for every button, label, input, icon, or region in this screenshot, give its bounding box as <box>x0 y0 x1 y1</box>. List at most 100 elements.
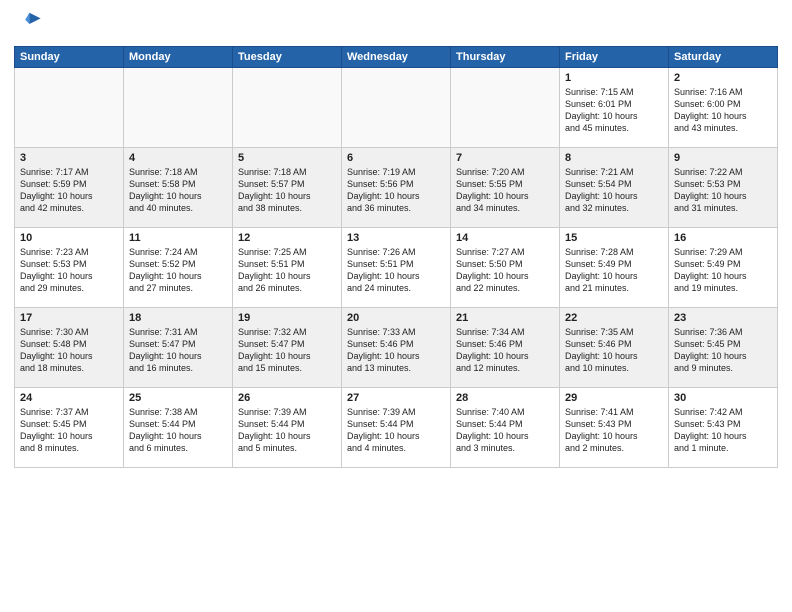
calendar-cell: 15 Sunrise: 7:28 AM Sunset: 5:49 PM Dayli… <box>560 228 669 308</box>
day-info: Sunrise: 7:33 AM Sunset: 5:46 PM Dayligh… <box>347 326 445 375</box>
calendar-cell: 12 Sunrise: 7:25 AM Sunset: 5:51 PM Dayli… <box>233 228 342 308</box>
logo-icon <box>14 10 42 38</box>
day-info: Sunrise: 7:27 AM Sunset: 5:50 PM Dayligh… <box>456 246 554 295</box>
calendar-cell: 23Sunrise: 7:36 AM Sunset: 5:45 PM Dayli… <box>669 308 778 388</box>
day-info: Sunrise: 7:20 AM Sunset: 5:55 PM Dayligh… <box>456 166 554 215</box>
day-info: Sunrise: 7:23 AM Sunset: 5:53 PM Dayligh… <box>20 246 118 295</box>
day-info: Sunrise: 7:25 AM Sunset: 5:51 PM Dayligh… <box>238 246 336 295</box>
day-number: 13 <box>347 232 445 244</box>
calendar-cell: 18 Sunrise: 7:31 AM Sunset: 5:47 PM Dayli… <box>124 308 233 388</box>
header <box>14 10 778 38</box>
day-number: 29 <box>565 392 663 404</box>
day-number: 18 <box>129 312 227 324</box>
day-info: Sunrise: 7:17 AM Sunset: 5:59 PM Dayligh… <box>20 166 118 215</box>
day-info: Sunrise: 7:19 AM Sunset: 5:56 PM Dayligh… <box>347 166 445 215</box>
calendar-cell <box>15 68 124 148</box>
calendar-cell: 2 Sunrise: 7:16 AM Sunset: 6:00 PM Daylig… <box>669 68 778 148</box>
weekday-header-monday: Monday <box>124 47 233 68</box>
day-info: Sunrise: 7:18 AM Sunset: 5:57 PM Dayligh… <box>238 166 336 215</box>
day-info: Sunrise: 7:32 AM Sunset: 5:47 PM Dayligh… <box>238 326 336 375</box>
day-number: 6 <box>347 152 445 164</box>
calendar-cell: 27 Sunrise: 7:39 AM Sunset: 5:44 PM Dayli… <box>342 388 451 468</box>
day-number: 15 <box>565 232 663 244</box>
day-number: 12 <box>238 232 336 244</box>
calendar-cell: 30 Sunrise: 7:42 AM Sunset: 5:43 PM Dayli… <box>669 388 778 468</box>
day-number: 20 <box>347 312 445 324</box>
day-number: 10 <box>20 232 118 244</box>
week-row-1: 1 Sunrise: 7:15 AM Sunset: 6:01 PM Daylig… <box>15 68 778 148</box>
calendar-cell: 1 Sunrise: 7:15 AM Sunset: 6:01 PM Daylig… <box>560 68 669 148</box>
day-number: 24 <box>20 392 118 404</box>
day-number: 7 <box>456 152 554 164</box>
calendar: SundayMondayTuesdayWednesdayThursdayFrid… <box>14 46 778 468</box>
calendar-cell: 20 Sunrise: 7:33 AM Sunset: 5:46 PM Dayli… <box>342 308 451 388</box>
day-info: Sunrise: 7:28 AM Sunset: 5:49 PM Dayligh… <box>565 246 663 295</box>
day-info: Sunrise: 7:39 AM Sunset: 5:44 PM Dayligh… <box>238 406 336 455</box>
calendar-cell: 9 Sunrise: 7:22 AM Sunset: 5:53 PM Daylig… <box>669 148 778 228</box>
calendar-cell <box>342 68 451 148</box>
week-row-2: 3 Sunrise: 7:17 AM Sunset: 5:59 PM Daylig… <box>15 148 778 228</box>
day-number: 17 <box>20 312 118 324</box>
day-info: Sunrise: 7:38 AM Sunset: 5:44 PM Dayligh… <box>129 406 227 455</box>
day-info: Sunrise: 7:26 AM Sunset: 5:51 PM Dayligh… <box>347 246 445 295</box>
calendar-cell: 10 Sunrise: 7:23 AM Sunset: 5:53 PM Dayli… <box>15 228 124 308</box>
calendar-cell: 4Sunrise: 7:18 AM Sunset: 5:58 PM Daylig… <box>124 148 233 228</box>
day-info: Sunrise: 7:15 AM Sunset: 6:01 PM Dayligh… <box>565 86 663 135</box>
calendar-cell: 3 Sunrise: 7:17 AM Sunset: 5:59 PM Daylig… <box>15 148 124 228</box>
weekday-header-sunday: Sunday <box>15 47 124 68</box>
week-row-3: 10 Sunrise: 7:23 AM Sunset: 5:53 PM Dayli… <box>15 228 778 308</box>
day-number: 3 <box>20 152 118 164</box>
calendar-cell: 16 Sunrise: 7:29 AM Sunset: 5:49 PM Dayli… <box>669 228 778 308</box>
day-number: 8 <box>565 152 663 164</box>
day-info: Sunrise: 7:30 AM Sunset: 5:48 PM Dayligh… <box>20 326 118 375</box>
day-info: Sunrise: 7:40 AM Sunset: 5:44 PM Dayligh… <box>456 406 554 455</box>
day-number: 5 <box>238 152 336 164</box>
day-info: Sunrise: 7:42 AM Sunset: 5:43 PM Dayligh… <box>674 406 772 455</box>
day-number: 26 <box>238 392 336 404</box>
day-number: 1 <box>565 72 663 84</box>
day-number: 14 <box>456 232 554 244</box>
day-info: Sunrise: 7:31 AM Sunset: 5:47 PM Dayligh… <box>129 326 227 375</box>
day-info: Sunrise: 7:21 AM Sunset: 5:54 PM Dayligh… <box>565 166 663 215</box>
day-info: Sunrise: 7:35 AM Sunset: 5:46 PM Dayligh… <box>565 326 663 375</box>
calendar-cell <box>124 68 233 148</box>
calendar-cell: 13 Sunrise: 7:26 AM Sunset: 5:51 PM Dayli… <box>342 228 451 308</box>
calendar-cell: 7 Sunrise: 7:20 AM Sunset: 5:55 PM Daylig… <box>451 148 560 228</box>
day-info: Sunrise: 7:39 AM Sunset: 5:44 PM Dayligh… <box>347 406 445 455</box>
day-number: 21 <box>456 312 554 324</box>
day-number: 11 <box>129 232 227 244</box>
weekday-header-tuesday: Tuesday <box>233 47 342 68</box>
weekday-header-saturday: Saturday <box>669 47 778 68</box>
week-row-4: 17 Sunrise: 7:30 AM Sunset: 5:48 PM Dayli… <box>15 308 778 388</box>
calendar-cell: 29 Sunrise: 7:41 AM Sunset: 5:43 PM Dayli… <box>560 388 669 468</box>
calendar-cell: 11 Sunrise: 7:24 AM Sunset: 5:52 PM Dayli… <box>124 228 233 308</box>
day-number: 27 <box>347 392 445 404</box>
day-info: Sunrise: 7:22 AM Sunset: 5:53 PM Dayligh… <box>674 166 772 215</box>
day-number: 19 <box>238 312 336 324</box>
calendar-cell: 5 Sunrise: 7:18 AM Sunset: 5:57 PM Daylig… <box>233 148 342 228</box>
day-info: Sunrise: 7:37 AM Sunset: 5:45 PM Dayligh… <box>20 406 118 455</box>
day-number: 28 <box>456 392 554 404</box>
calendar-cell: 24 Sunrise: 7:37 AM Sunset: 5:45 PM Dayli… <box>15 388 124 468</box>
day-number: 30 <box>674 392 772 404</box>
day-info: Sunrise: 7:16 AM Sunset: 6:00 PM Dayligh… <box>674 86 772 135</box>
day-info: Sunrise: 7:34 AM Sunset: 5:46 PM Dayligh… <box>456 326 554 375</box>
weekday-header-wednesday: Wednesday <box>342 47 451 68</box>
calendar-cell: 22Sunrise: 7:35 AM Sunset: 5:46 PM Dayli… <box>560 308 669 388</box>
day-number: 16 <box>674 232 772 244</box>
calendar-cell: 26 Sunrise: 7:39 AM Sunset: 5:44 PM Dayli… <box>233 388 342 468</box>
weekday-header-friday: Friday <box>560 47 669 68</box>
week-row-5: 24 Sunrise: 7:37 AM Sunset: 5:45 PM Dayli… <box>15 388 778 468</box>
day-number: 25 <box>129 392 227 404</box>
day-number: 2 <box>674 72 772 84</box>
weekday-header-row: SundayMondayTuesdayWednesdayThursdayFrid… <box>15 47 778 68</box>
day-info: Sunrise: 7:41 AM Sunset: 5:43 PM Dayligh… <box>565 406 663 455</box>
day-info: Sunrise: 7:24 AM Sunset: 5:52 PM Dayligh… <box>129 246 227 295</box>
day-info: Sunrise: 7:29 AM Sunset: 5:49 PM Dayligh… <box>674 246 772 295</box>
day-number: 9 <box>674 152 772 164</box>
calendar-cell: 28 Sunrise: 7:40 AM Sunset: 5:44 PM Dayli… <box>451 388 560 468</box>
calendar-cell <box>451 68 560 148</box>
calendar-cell: 25 Sunrise: 7:38 AM Sunset: 5:44 PM Dayli… <box>124 388 233 468</box>
day-info: Sunrise: 7:36 AM Sunset: 5:45 PM Dayligh… <box>674 326 772 375</box>
calendar-cell: 21 Sunrise: 7:34 AM Sunset: 5:46 PM Dayli… <box>451 308 560 388</box>
